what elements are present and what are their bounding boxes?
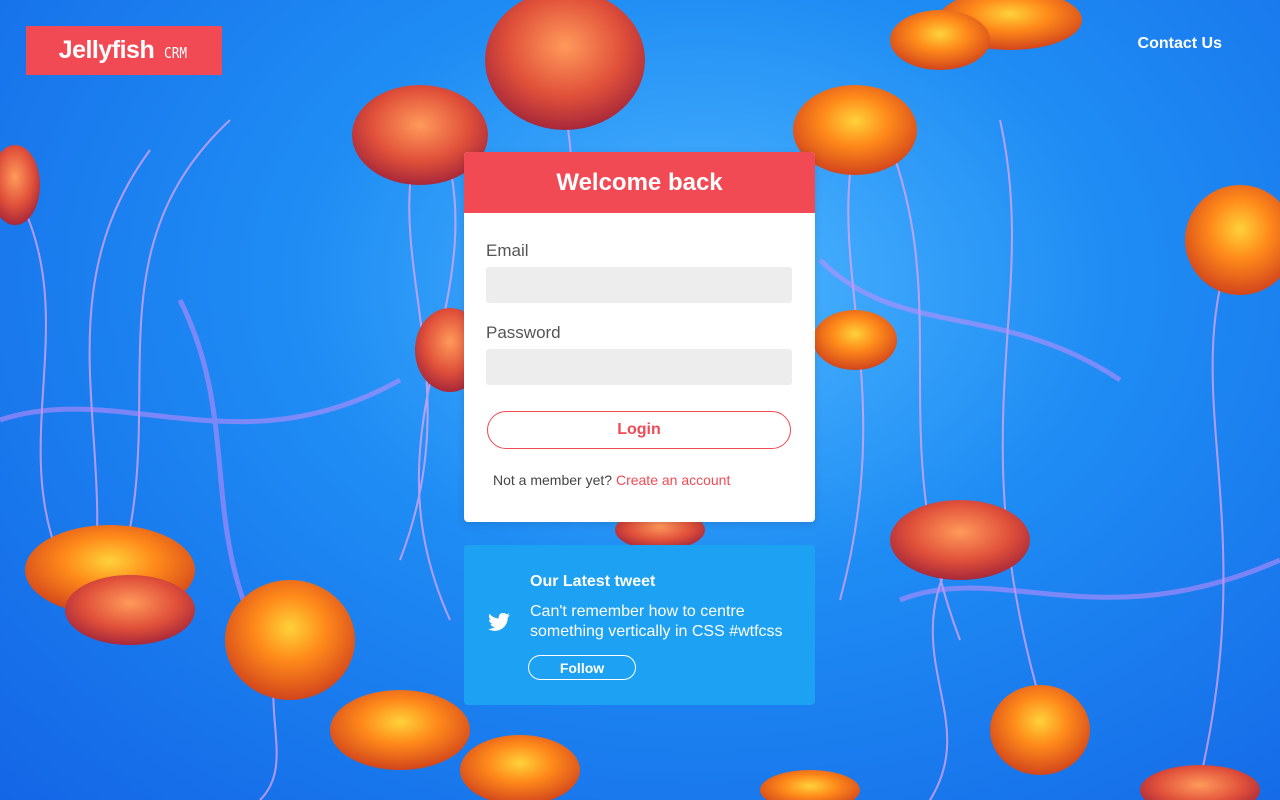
logo[interactable]: Jellyfish CRM	[26, 26, 222, 75]
not-member-text: Not a member yet?	[493, 472, 613, 488]
email-label: Email	[486, 241, 529, 260]
login-card: Welcome back Email Password Login Not a …	[464, 152, 815, 522]
twitter-icon	[488, 612, 510, 631]
tweet-title: Our Latest tweet	[530, 573, 656, 590]
logo-crm-text: CRM	[164, 43, 188, 62]
email-field[interactable]	[486, 267, 792, 303]
follow-button[interactable]: Follow	[528, 655, 636, 680]
password-label: Password	[486, 323, 561, 342]
signup-prompt: Not a member yet? Create an account	[486, 472, 793, 488]
tweet-text: Can't remember how to centre something v…	[530, 603, 783, 640]
login-form: Email Password Login Not a member yet? C…	[464, 213, 815, 488]
login-title: Welcome back	[556, 168, 723, 196]
logo-brand-text: Jellyfish	[58, 36, 155, 64]
password-field[interactable]	[486, 349, 792, 385]
login-button[interactable]: Login	[487, 411, 791, 449]
login-card-header: Welcome back	[464, 152, 815, 213]
latest-tweet-card: Our Latest tweet Can't remember how to c…	[464, 545, 815, 705]
contact-us-link[interactable]: Contact Us	[1138, 35, 1222, 53]
create-account-link[interactable]: Create an account	[616, 472, 730, 488]
